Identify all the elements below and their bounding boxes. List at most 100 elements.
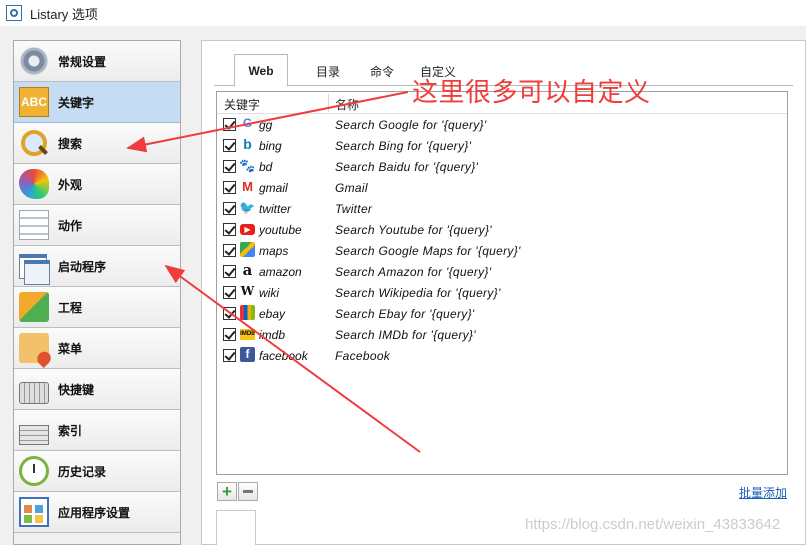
app-settings-icon [19, 497, 49, 527]
keyword-row[interactable]: ebay Search Ebay for '{query}' [217, 303, 787, 324]
enabled-checkbox[interactable] [223, 223, 236, 236]
sidebar-item-actions[interactable]: 动作 [14, 205, 180, 246]
sidebar-item-label: 快捷键 [58, 382, 95, 397]
keyword-row[interactable]: b bing Search Bing for '{query}' [217, 135, 787, 156]
history-clock-icon [19, 456, 49, 486]
listary-app-icon [6, 5, 22, 21]
abc-icon: ABC [19, 87, 49, 117]
magnifier-icon [19, 128, 49, 158]
keyword-text: gg [259, 118, 273, 132]
keyword-row[interactable]: ▶ youtube Search Youtube for '{query}' [217, 219, 787, 240]
keyword-row[interactable]: 🐦 twitter Twitter [217, 198, 787, 219]
keyword-row[interactable]: maps Search Google Maps for '{query}' [217, 240, 787, 261]
sidebar-item-index[interactable]: 索引 [14, 410, 180, 451]
sidebar-item-label: 启动程序 [58, 259, 107, 274]
sidebar-item-label: 动作 [58, 218, 83, 233]
keyword-text: youtube [259, 223, 302, 237]
window-title: Listary 选项 [30, 6, 98, 22]
sidebar-item-label: 搜索 [58, 136, 83, 151]
keyword-row[interactable]: IMDb imdb Search IMDb for '{query}' [217, 324, 787, 345]
keyword-description: Search Amazon for '{query}' [335, 265, 492, 279]
column-header-keyword[interactable]: 关键字 [224, 96, 260, 113]
imdb-icon: IMDb [240, 329, 255, 340]
keyword-text: bing [259, 139, 282, 153]
add-keyword-button[interactable]: + [217, 482, 237, 501]
sidebar-item-label: 历史记录 [58, 464, 107, 479]
sidebar-item-hotkeys[interactable]: 快捷键 [14, 369, 180, 410]
keyword-row[interactable]: Mgmail Gmail [217, 177, 787, 198]
keyword-row[interactable]: Wwiki Search Wikipedia for '{query}' [217, 282, 787, 303]
wikipedia-icon: W [240, 284, 255, 298]
enabled-checkbox[interactable] [223, 349, 236, 362]
keyword-description: Search Baidu for '{query}' [335, 160, 479, 174]
enabled-checkbox[interactable] [223, 286, 236, 299]
keyword-text: wiki [259, 286, 279, 300]
keyword-text: amazon [259, 265, 302, 279]
keyboard-icon [19, 382, 49, 404]
sidebar-item-label: 工程 [58, 300, 83, 315]
menu-heart-icon [19, 333, 49, 363]
column-header-name[interactable]: 名称 [335, 96, 359, 113]
sidebar-item-label: 关键字 [58, 95, 95, 110]
keyword-row[interactable]: Ggg Search Google for '{query}' [217, 114, 787, 135]
sidebar-item-history[interactable]: 历史记录 [14, 451, 180, 492]
tab-directory[interactable]: 目录 [301, 57, 355, 86]
remove-keyword-button[interactable] [238, 482, 258, 501]
gmail-icon: M [242, 179, 253, 194]
tab-commands[interactable]: 命令 [355, 57, 409, 86]
keyword-row[interactable]: f facebook Facebook [217, 345, 787, 366]
sidebar-item-app-settings[interactable]: 应用程序设置 [14, 492, 180, 533]
keyword-text: twitter [259, 202, 292, 216]
amazon-icon: a [242, 261, 253, 279]
sidebar-item-launcher[interactable]: 启动程序 [14, 246, 180, 287]
baidu-paw-icon: 🐾 [239, 158, 256, 173]
sidebar-item-label: 索引 [58, 423, 83, 438]
enabled-checkbox[interactable] [223, 265, 236, 278]
enabled-checkbox[interactable] [223, 181, 236, 194]
launcher-windows-icon [19, 251, 50, 285]
keyword-description: Search Youtube for '{query}' [335, 223, 492, 237]
twitter-icon: 🐦 [239, 200, 256, 215]
enabled-checkbox[interactable] [223, 118, 236, 131]
watermark-text: https://blog.csdn.net/weixin_43833642 [525, 516, 781, 533]
keyword-text: gmail [259, 181, 288, 195]
list-rows: Ggg Search Google for '{query}' b bing Searc… [217, 114, 787, 366]
annotation-text: 这里很多可以自定义 [412, 78, 651, 108]
enabled-checkbox[interactable] [223, 160, 236, 173]
bulk-add-link[interactable]: 批量添加 [739, 484, 787, 501]
minus-icon [243, 490, 253, 493]
google-icon: G [242, 116, 253, 130]
sidebar-item-label: 外观 [58, 177, 83, 192]
keyword-text: ebay [259, 307, 286, 321]
keyword-row[interactable]: a amazon Search Amazon for '{query}' [217, 261, 787, 282]
keyword-description: Search IMDb for '{query}' [335, 328, 476, 342]
keywords-panel: Web 目录 命令 自定义 关键字 名称 Ggg Search Google fo… [201, 40, 806, 545]
facebook-icon: f [240, 347, 255, 362]
keyword-text: maps [259, 244, 289, 258]
enabled-checkbox[interactable] [223, 244, 236, 257]
keyword-text: bd [259, 160, 273, 174]
sidebar-item-keywords[interactable]: ABC 关键字 [14, 82, 180, 123]
sidebar-item-menu[interactable]: 菜单 [14, 328, 180, 369]
tab-web[interactable]: Web [234, 54, 288, 87]
sidebar-item-appearance[interactable]: 外观 [14, 164, 180, 205]
column-divider[interactable] [328, 94, 329, 112]
keyword-text: imdb [259, 328, 286, 342]
keyword-description: Facebook [335, 349, 391, 363]
sidebar-item-label: 菜单 [58, 341, 83, 356]
sidebar-item-general[interactable]: 常规设置 [14, 41, 180, 82]
keyword-text: facebook [259, 349, 308, 363]
enabled-checkbox[interactable] [223, 139, 236, 152]
sidebar-item-projects[interactable]: 工程 [14, 287, 180, 328]
enabled-checkbox[interactable] [223, 307, 236, 320]
enabled-checkbox[interactable] [223, 328, 236, 341]
sidebar-item-label: 常规设置 [58, 54, 107, 69]
keyword-row[interactable]: 🐾 bd Search Baidu for '{query}' [217, 156, 787, 177]
sidebar-item-search[interactable]: 搜索 [14, 123, 180, 164]
google-maps-icon [240, 242, 255, 257]
ebay-icon [240, 305, 255, 320]
keyword-description: Search Google Maps for '{query}' [335, 244, 521, 258]
bing-icon: b [243, 136, 252, 152]
enabled-checkbox[interactable] [223, 202, 236, 215]
sidebar-item-label: 应用程序设置 [58, 505, 131, 520]
